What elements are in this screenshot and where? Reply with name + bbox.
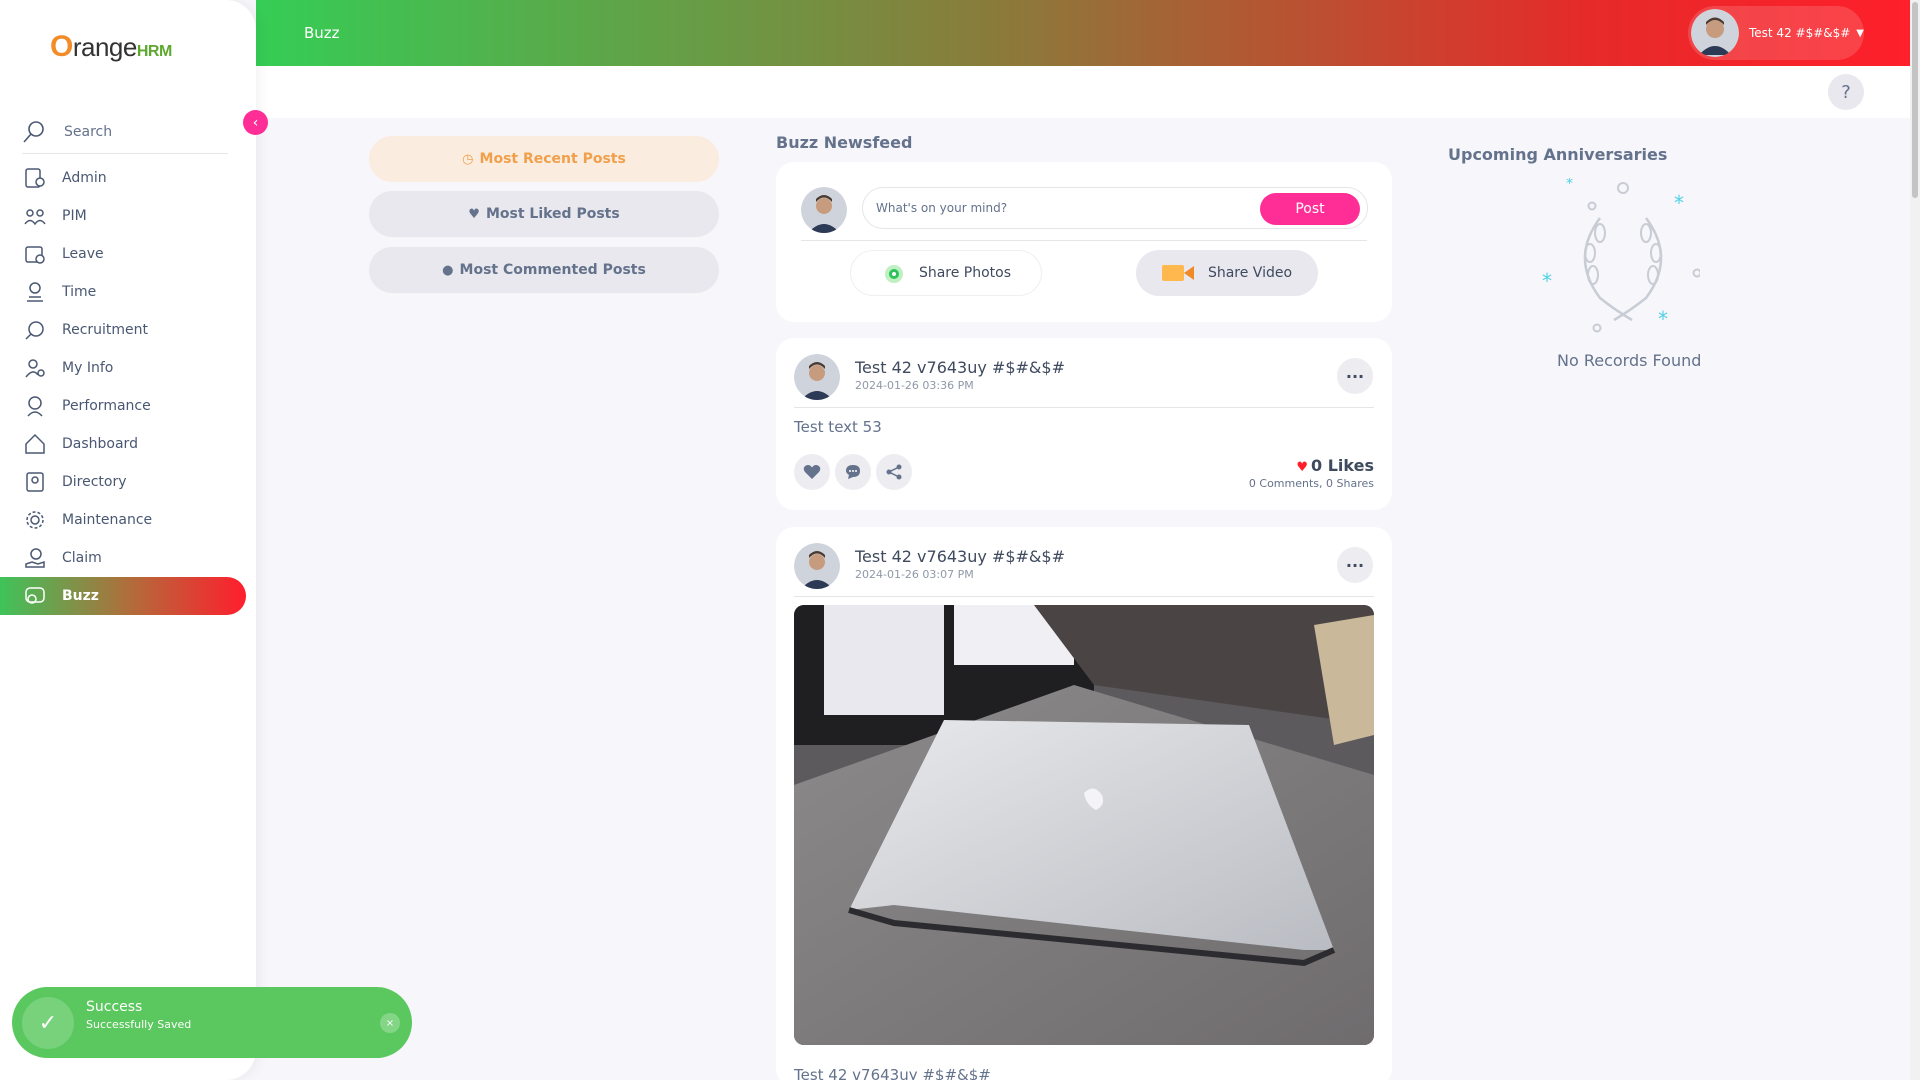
divider [794, 596, 1374, 597]
heart-icon: ♥ [1296, 460, 1309, 475]
composer-avatar [801, 187, 847, 233]
divider [794, 407, 1374, 408]
page-title: Buzz [304, 24, 340, 42]
maintenance-icon [22, 507, 48, 533]
claim-icon [22, 545, 48, 571]
comments-count[interactable]: 0 Comments [1249, 477, 1319, 490]
post-composer: What's on your mind? Share Photos Share … [776, 162, 1392, 322]
comment-icon: ● [442, 262, 454, 278]
sidebar-menu: Admin PIM Leave Time Recruitment My Info… [0, 159, 246, 615]
post-card: Test 42 v7643uy #$#&$# 2024-01-26 03:36 … [776, 338, 1392, 510]
share-icon [886, 464, 902, 480]
toast-close-button[interactable]: × [380, 1013, 400, 1033]
post-date: 2024-01-26 03:07 PM [855, 568, 974, 581]
heart-icon [803, 465, 821, 479]
comment-icon [846, 465, 860, 479]
sidebar-item-recruitment[interactable]: Recruitment [0, 311, 246, 349]
user-avatar [1691, 9, 1739, 57]
my-info-icon [22, 355, 48, 381]
user-menu[interactable]: Test 42 #$#&$# ▼ [1688, 6, 1864, 60]
camera-icon [884, 265, 903, 283]
video-icon [1161, 265, 1194, 281]
newsfeed-title: Buzz Newsfeed [776, 133, 913, 152]
post-author-name[interactable]: Test 42 v7643uy #$#&$# [855, 358, 1065, 377]
toast-message: Successfully Saved [86, 1018, 192, 1031]
post-author-avatar [794, 354, 840, 400]
likes-count[interactable]: ♥ 0 Likes [1296, 456, 1374, 475]
sidebar-item-leave[interactable]: Leave [0, 235, 246, 273]
post-counts: 0 Comments, 0 Shares [1248, 477, 1374, 490]
sidebar-item-my-info[interactable]: My Info [0, 349, 246, 387]
share-button[interactable] [876, 454, 912, 490]
admin-icon [22, 165, 48, 191]
search-icon [23, 120, 44, 143]
topbar: Buzz Test 42 #$#&$# ▼ [256, 0, 1920, 66]
search-label: Search [64, 123, 113, 140]
svg-text:*: * [1566, 178, 1573, 192]
laurel-wreath-icon: * * * * [1542, 178, 1700, 333]
post-photo[interactable] [794, 605, 1374, 1045]
anniversaries-title: Upcoming Anniversaries [1448, 145, 1668, 164]
filter-most-commented-button[interactable]: ● Most Commented Posts [369, 247, 719, 293]
user-name: Test 42 #$#&$# [1748, 26, 1851, 40]
sidebar-item-performance[interactable]: Performance [0, 387, 246, 425]
directory-icon [22, 469, 48, 495]
more-options-button[interactable]: ··· [1337, 358, 1373, 394]
sidebar-item-maintenance[interactable]: Maintenance [0, 501, 246, 539]
scrollbar-thumb[interactable] [1912, 2, 1918, 198]
sidebar-item-directory[interactable]: Directory [0, 463, 246, 501]
sidebar-item-claim[interactable]: Claim [0, 539, 246, 577]
like-button[interactable] [794, 454, 830, 490]
sidebar-item-pim[interactable]: PIM [0, 197, 246, 235]
check-icon: ✓ [22, 997, 74, 1049]
shares-count[interactable]: 0 Shares [1326, 477, 1374, 490]
share-video-button[interactable]: Share Video [1136, 250, 1318, 296]
scrollbar[interactable] [1910, 0, 1920, 1080]
post-author-avatar [794, 543, 840, 589]
filter-most-recent-button[interactable]: ◷ Most Recent Posts [369, 136, 719, 182]
sidebar-item-time[interactable]: Time [0, 273, 246, 311]
more-options-button[interactable]: ··· [1337, 547, 1373, 583]
post-author-name[interactable]: Test 42 v7643uy #$#&$# [855, 547, 1065, 566]
orangehrm-logo[interactable]: OrangeHRM [50, 30, 172, 64]
no-records-text: No Records Found [1557, 351, 1702, 370]
sidebar-item-buzz[interactable]: Buzz [0, 577, 246, 615]
post-card: Test 42 v7643uy #$#&$# 2024-01-26 03:07 … [776, 527, 1392, 1080]
buzz-icon [22, 583, 48, 609]
svg-text:*: * [1674, 191, 1684, 215]
sidebar-item-admin[interactable]: Admin [0, 159, 246, 197]
sidebar-collapse-button[interactable]: ‹ [243, 110, 268, 135]
chevron-down-icon: ▼ [1856, 27, 1864, 39]
filter-most-liked-button[interactable]: ♥ Most Liked Posts [369, 191, 719, 237]
recruitment-icon [22, 317, 48, 343]
heart-icon: ♥ [468, 206, 480, 222]
clock-icon: ◷ [462, 151, 474, 167]
sidebar: OrangeHRM Search Admin PIM Leave Time Re… [0, 0, 256, 1080]
pim-icon [22, 203, 48, 229]
divider [801, 240, 1367, 241]
leave-icon [22, 241, 48, 267]
post-date: 2024-01-26 03:36 PM [855, 379, 974, 392]
time-icon [22, 279, 48, 305]
post-button[interactable]: Post [1260, 193, 1360, 225]
toast-title: Success [86, 999, 143, 1015]
subbar [256, 66, 1920, 118]
success-toast: ✓ Success Successfully Saved × [12, 987, 412, 1058]
comment-button[interactable] [835, 454, 871, 490]
sidebar-item-dashboard[interactable]: Dashboard [0, 425, 246, 463]
dashboard-icon [22, 431, 48, 457]
sidebar-search[interactable]: Search [22, 110, 228, 154]
svg-text:*: * [1542, 269, 1552, 293]
help-button[interactable]: ? [1828, 74, 1864, 110]
performance-icon [22, 393, 48, 419]
post-caption: Test 42 v7643uy #$#&$# [794, 1066, 991, 1080]
post-text: Test text 53 [794, 418, 882, 436]
svg-text:*: * [1658, 307, 1668, 331]
share-photos-button[interactable]: Share Photos [850, 250, 1042, 296]
